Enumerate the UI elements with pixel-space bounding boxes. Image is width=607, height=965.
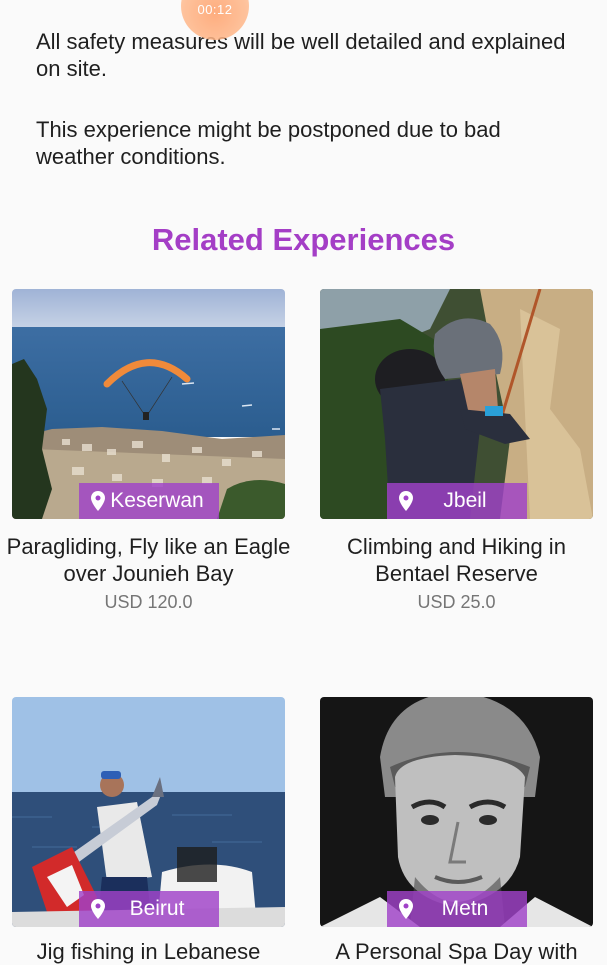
location-pin-icon bbox=[91, 899, 105, 919]
safety-note: All safety measures will be well detaile… bbox=[36, 29, 566, 81]
card-title-spa[interactable]: A Personal Spa Day with bbox=[310, 938, 603, 965]
location-badge: Metn bbox=[387, 891, 527, 927]
weather-note: This experience might be postponed due t… bbox=[36, 117, 501, 169]
location-badge: Jbeil bbox=[387, 483, 527, 519]
experience-card-spa[interactable]: Metn bbox=[320, 697, 593, 927]
location-label: Metn bbox=[441, 897, 489, 920]
related-experiences-title: Related Experiences bbox=[151, 222, 456, 257]
location-badge: Beirut bbox=[79, 891, 219, 927]
experience-card-paragliding[interactable]: Keserwan bbox=[12, 289, 285, 519]
location-label: Jbeil bbox=[443, 489, 487, 512]
card-title-paragliding[interactable]: Paragliding, Fly like an Eagle over Joun… bbox=[0, 533, 297, 587]
card-title-fishing[interactable]: Jig fishing in Lebanese bbox=[0, 938, 297, 965]
card-image-climbing[interactable]: Jbeil bbox=[320, 289, 593, 519]
card-image-fishing[interactable]: Beirut bbox=[12, 697, 285, 927]
card-title-climbing[interactable]: Climbing and Hiking in Bentael Reserve bbox=[310, 533, 603, 587]
location-label: Beirut bbox=[129, 897, 185, 920]
location-badge: Keserwan bbox=[79, 483, 219, 519]
card-price-climbing: USD 25.0 bbox=[417, 592, 496, 612]
location-pin-icon bbox=[399, 899, 413, 919]
experience-card-fishing[interactable]: Beirut bbox=[12, 697, 285, 927]
location-pin-icon bbox=[399, 491, 413, 511]
location-label: Keserwan bbox=[110, 489, 204, 512]
card-image-paragliding[interactable]: Keserwan bbox=[12, 289, 285, 519]
timer-text: 00:12 bbox=[197, 2, 233, 17]
experience-card-climbing[interactable]: Jbeil bbox=[320, 289, 593, 519]
location-pin-icon bbox=[91, 491, 105, 511]
card-image-spa[interactable]: Metn bbox=[320, 697, 593, 927]
card-price-paragliding: USD 120.0 bbox=[104, 592, 193, 612]
